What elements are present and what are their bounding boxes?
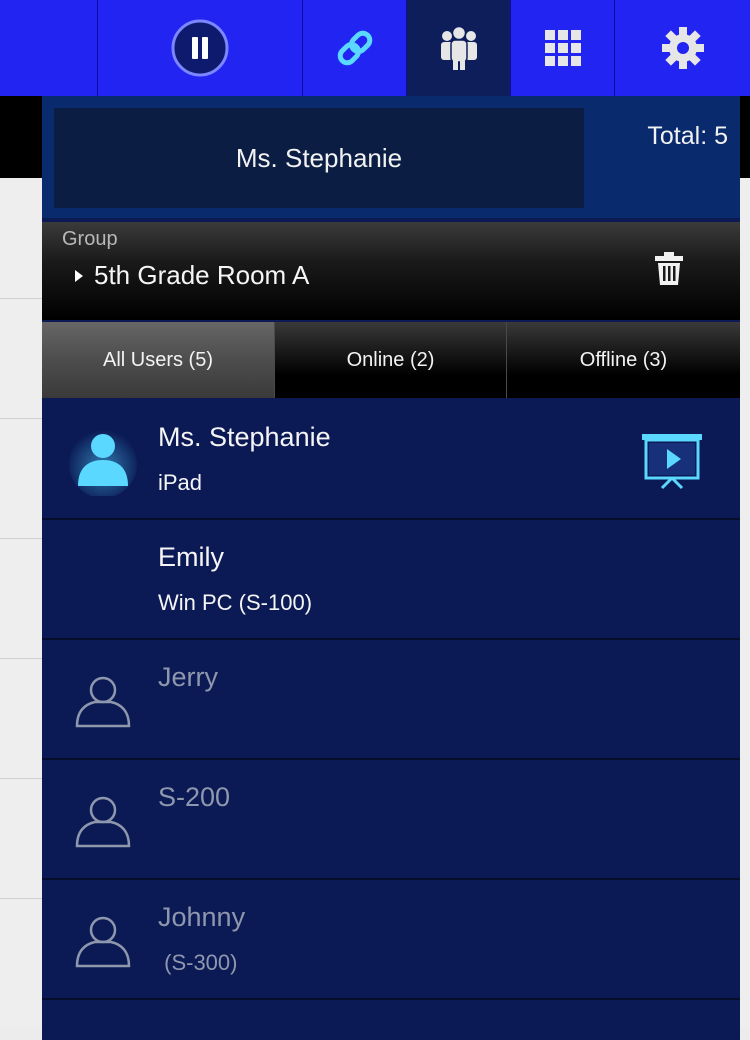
divider — [0, 658, 42, 659]
pause-button[interactable] — [98, 0, 303, 96]
current-user-name: Ms. Stephanie — [235, 142, 403, 173]
list-item[interactable]: Johnny (S-300) — [42, 880, 740, 1000]
gear-icon — [661, 27, 704, 69]
background-left-column — [0, 178, 42, 1028]
teacher-user-icon — [69, 430, 137, 496]
list-item[interactable]: Emily Win PC (S-100) — [42, 520, 740, 640]
panel-header: Ms. Stephanie Total: 5 — [42, 96, 740, 218]
group-caption: Group — [62, 228, 118, 250]
list-bottom-spacer — [42, 1000, 740, 1040]
link-icon — [337, 30, 372, 66]
settings-button[interactable] — [615, 0, 750, 96]
user-outline-icon — [75, 676, 131, 728]
tab-online[interactable]: Online (2) — [275, 322, 507, 398]
presentation-screen-icon[interactable] — [640, 432, 704, 492]
divider — [0, 298, 42, 299]
users-button[interactable] — [407, 0, 511, 96]
toolbar-blank-cell — [0, 0, 98, 96]
tab-all-users[interactable]: All Users (5) — [42, 322, 275, 398]
users-icon — [440, 25, 477, 70]
user-name: Jerry — [158, 662, 218, 692]
users-panel: Ms. Stephanie Total: 5 Group 5th Grade R… — [42, 96, 740, 1040]
group-name: 5th Grade Room A — [94, 260, 310, 290]
user-name: Ms. Stephanie — [158, 422, 331, 452]
user-name: S-200 — [158, 782, 231, 812]
divider — [0, 778, 42, 779]
tab-offline[interactable]: Offline (3) — [507, 322, 740, 398]
divider — [0, 898, 42, 899]
pause-icon — [171, 19, 229, 77]
list-item[interactable]: S-200 — [42, 760, 740, 880]
divider — [0, 538, 42, 539]
user-name: Johnny — [158, 902, 246, 932]
current-user-box: Ms. Stephanie — [54, 108, 584, 208]
user-outline-icon — [75, 916, 131, 968]
link-button[interactable] — [303, 0, 407, 96]
grid-button[interactable] — [511, 0, 615, 96]
user-name: Emily — [158, 542, 224, 572]
list-item[interactable]: Ms. Stephanie iPad — [42, 400, 740, 520]
grid-icon — [544, 30, 581, 66]
total-count: Total: 5 — [647, 122, 728, 150]
trash-icon[interactable] — [654, 252, 684, 286]
user-device: iPad — [158, 470, 203, 495]
background-right-column — [740, 178, 750, 1028]
filter-tabs: All Users (5) Online (2) Offline (3) — [42, 322, 740, 398]
disclosure-arrow-icon — [75, 270, 83, 282]
user-device: (S-300) — [158, 950, 238, 975]
user-list: Ms. Stephanie iPad Emily Win PC (S-100) — [42, 400, 740, 1040]
list-item[interactable]: Jerry — [42, 640, 740, 760]
user-device: Win PC (S-100) — [158, 590, 313, 615]
user-outline-icon — [75, 796, 131, 848]
top-toolbar — [0, 0, 750, 96]
group-selector[interactable]: Group 5th Grade Room A — [42, 222, 740, 320]
divider — [0, 418, 42, 419]
